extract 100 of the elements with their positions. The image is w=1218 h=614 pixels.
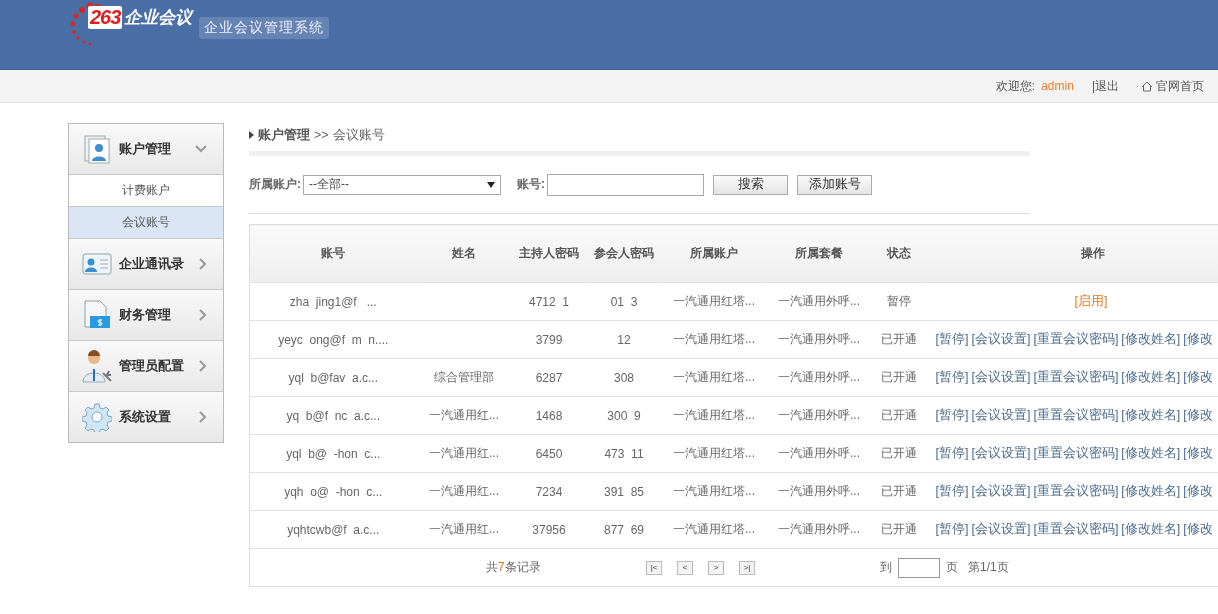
add-account-button[interactable]: 添加账号	[797, 174, 872, 195]
action-link[interactable]: [重置会议密码]	[1033, 332, 1119, 346]
sidebar-item[interactable]: 会议账号	[69, 207, 223, 239]
table-cell: yql b@ -hon c...	[286, 446, 381, 461]
logo-name: 企业会议	[124, 7, 193, 29]
action-link[interactable]: [修改	[1183, 408, 1213, 422]
next-page-button[interactable]: >	[708, 560, 724, 575]
table-cell: 一汽通用外呼...	[778, 332, 860, 346]
action-link[interactable]: [重置会议密码]	[1033, 370, 1119, 384]
table-cell: 877 69	[603, 522, 644, 537]
table-cell: 6287	[535, 370, 563, 385]
dropdown-arrow-icon	[487, 181, 495, 188]
action-link[interactable]: [修改姓名]	[1121, 522, 1181, 536]
table-cell: 一汽通用红...	[429, 484, 499, 498]
table-cell: yqh o@ -hon c...	[284, 484, 383, 499]
action-link[interactable]: [会议设置]	[971, 484, 1031, 498]
previous-page-button[interactable]: <	[677, 560, 693, 575]
sidebar-group[interactable]: 财务管理	[69, 290, 223, 341]
table-cell: zha jing1@f ...	[289, 294, 377, 309]
action-link[interactable]: [重置会议密码]	[1033, 408, 1119, 422]
account-number-field[interactable]	[547, 173, 704, 196]
page-unit-label: 页	[946, 559, 958, 576]
column-header: 姓名	[416, 224, 512, 283]
action-link[interactable]: [修改	[1183, 370, 1213, 384]
action-link[interactable]: [暂停]	[935, 522, 969, 536]
table-cell: 一汽通用外呼...	[778, 484, 860, 498]
table-cell: 暂停	[887, 294, 911, 308]
action-link[interactable]: [重置会议密码]	[1033, 522, 1119, 536]
table-cell: 一汽通用红塔...	[673, 370, 755, 384]
first-page-button[interactable]: |<	[646, 560, 662, 575]
action-link[interactable]: [会议设置]	[971, 332, 1031, 346]
account-dropdown[interactable]: --全部--	[303, 174, 501, 195]
action-link[interactable]: [会议设置]	[971, 408, 1031, 422]
chevron-right-icon	[199, 360, 207, 372]
welcome-label: 欢迎您:	[995, 77, 1036, 95]
action-link[interactable]: [修改姓名]	[1121, 408, 1181, 422]
table-cell: 一汽通用红...	[429, 408, 499, 422]
chevron-right-icon	[199, 309, 207, 321]
triangle-icon	[249, 131, 254, 139]
action-link[interactable]: [修改	[1183, 332, 1213, 346]
action-link[interactable]: [启用]	[1074, 294, 1108, 308]
table-cell: yqhtcwb@f a.c...	[287, 522, 380, 537]
table-cell: 一汽通用红塔...	[673, 332, 755, 346]
sidebar-group[interactable]: 企业通讯录	[69, 239, 223, 290]
table-cell: 12	[617, 332, 631, 347]
breadcrumb-section[interactable]: 账户管理	[258, 126, 310, 144]
breadcrumb-current: 会议账号	[332, 126, 385, 144]
system-title: 企业会议管理系统	[199, 17, 330, 39]
table-cell: 已开通	[881, 522, 917, 536]
action-link[interactable]: [修改	[1183, 484, 1213, 498]
table-cell: 一汽通用红塔...	[673, 446, 755, 460]
table-cell: 6450	[535, 446, 563, 461]
column-header: 状态	[871, 224, 927, 283]
search-button[interactable]: 搜索	[713, 174, 788, 195]
table-cell: yeyc ong@f m n....	[278, 332, 389, 347]
sidebar-group[interactable]: 管理员配置	[69, 341, 223, 392]
table-cell: 01 3	[610, 294, 638, 309]
address-book-icon	[82, 252, 112, 276]
action-link[interactable]: [修改姓名]	[1121, 370, 1181, 384]
table-cell: 391 85	[603, 484, 644, 499]
table-cell: 一汽通用红塔...	[673, 294, 755, 308]
admin-person-icon	[81, 349, 113, 383]
action-link[interactable]: [修改	[1183, 522, 1213, 536]
column-header: 操作	[926, 224, 1218, 283]
action-link[interactable]: [暂停]	[935, 446, 969, 460]
action-link[interactable]: [重置会议密码]	[1033, 446, 1119, 460]
action-link[interactable]: [修改姓名]	[1121, 446, 1181, 460]
table-cell: 一汽通用红塔...	[673, 522, 755, 536]
last-page-button[interactable]: >|	[739, 560, 755, 575]
page-info: 第1/1页	[968, 559, 1009, 576]
action-link[interactable]: [暂停]	[935, 484, 969, 498]
sidebar-group[interactable]: 系统设置	[69, 392, 223, 442]
table-cell: 一汽通用外呼...	[778, 446, 860, 460]
chevron-down-icon	[195, 145, 207, 153]
action-link[interactable]: [暂停]	[935, 408, 969, 422]
action-link[interactable]: [暂停]	[935, 370, 969, 384]
sidebar-group[interactable]: 账户管理	[69, 124, 223, 175]
table-cell: 一汽通用外呼...	[778, 522, 860, 536]
chevron-right-icon	[199, 258, 207, 270]
action-link[interactable]: [修改姓名]	[1121, 484, 1181, 498]
table-cell: 37956	[532, 522, 566, 537]
action-link[interactable]: [修改	[1183, 446, 1213, 460]
table-cell: 已开通	[881, 446, 917, 460]
column-header: 参会人密码	[586, 224, 662, 283]
action-link[interactable]: [会议设置]	[971, 370, 1031, 384]
home-icon	[1141, 80, 1153, 92]
home-link[interactable]: 官网首页	[1141, 77, 1204, 95]
logout-link[interactable]: |退出	[1091, 77, 1119, 95]
action-link[interactable]: [会议设置]	[971, 446, 1031, 460]
table-cell: 综合管理部	[434, 370, 494, 384]
action-link[interactable]: [暂停]	[935, 332, 969, 346]
action-link[interactable]: [重置会议密码]	[1033, 484, 1119, 498]
table-cell: 已开通	[881, 332, 917, 346]
action-link[interactable]: [修改姓名]	[1121, 332, 1181, 346]
table-cell: 1468	[535, 408, 563, 423]
table-cell: 一汽通用红塔...	[673, 408, 755, 422]
page-number-field[interactable]	[898, 557, 940, 578]
table-cell: 一汽通用红...	[429, 522, 499, 536]
table-cell: 3799	[535, 332, 563, 347]
action-link[interactable]: [会议设置]	[971, 522, 1031, 536]
